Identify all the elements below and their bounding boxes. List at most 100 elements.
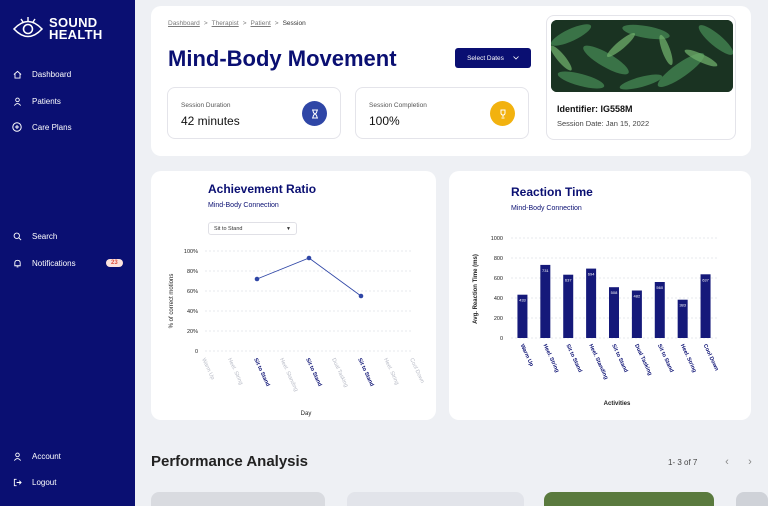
chevron-down-icon <box>513 56 519 60</box>
plus-circle-icon <box>12 122 22 132</box>
x-tick-label: Dual Tasking <box>330 357 349 388</box>
user-icon <box>12 96 22 106</box>
session-duration-label: Session Duration <box>181 102 231 109</box>
select-dates-button[interactable]: Select Dates <box>455 48 531 68</box>
x-axis-label: Activities <box>604 401 631 407</box>
sidebar-item-search[interactable]: Search <box>12 231 57 241</box>
sidebar-item-label: Account <box>32 451 61 461</box>
reaction-time-card: Reaction Time Mind-Body Connection 0 200 4… <box>449 171 751 420</box>
user-icon <box>12 451 22 461</box>
breadcrumb-dashboard[interactable]: Dashboard <box>168 20 200 27</box>
x-tick-label: Cool Down <box>408 357 425 384</box>
breadcrumb-therapist[interactable]: Therapist <box>212 20 239 27</box>
sidebar-item-label: Search <box>32 231 58 241</box>
x-tick-label: Heel. Standing <box>587 343 609 380</box>
y-tick-label: 1000 <box>491 236 503 242</box>
select-dates-label: Select Dates <box>467 54 504 62</box>
y-axis-label: % of correct motions <box>169 274 175 329</box>
sidebar-item-label: Care Plans <box>32 122 72 132</box>
session-duration-card: Session Duration 42 minutes <box>167 87 341 139</box>
sidebar-item-notifications[interactable]: Notifications <box>12 258 76 268</box>
sidebar-item-label: Logout <box>32 477 57 487</box>
y-tick-label: 0 <box>195 349 198 355</box>
bell-icon <box>12 258 22 268</box>
x-tick-label: Warm Up <box>519 343 535 368</box>
patient-card: Identifier: IG558M Session Date: Jan 15,… <box>546 15 736 140</box>
performance-thumbnail[interactable] <box>544 492 714 506</box>
bar-value-label: 637 <box>702 277 709 282</box>
chevron-left-icon: ‹ <box>725 456 729 468</box>
x-tick-label: Heel. String <box>542 343 560 373</box>
x-tick-label: Sit to Stand <box>252 357 270 387</box>
sidebar-item-label: Notifications <box>32 258 76 268</box>
session-duration-value: 42 minutes <box>181 114 240 128</box>
logout-icon <box>12 477 22 487</box>
y-tick-label: 400 <box>494 296 503 302</box>
achievement-ratio-card: Achievement Ratio Mind-Body Connection S… <box>151 171 436 420</box>
breadcrumb-current: Session <box>282 20 306 27</box>
home-icon <box>12 69 22 79</box>
data-point <box>358 293 364 299</box>
app-logo[interactable]: SOUND HEALTH <box>12 16 103 42</box>
bar-value-label: 383 <box>679 303 686 308</box>
x-tick-label: Heel. String <box>226 357 244 386</box>
sidebar-item-patients[interactable]: Patients <box>12 96 61 106</box>
bar-value-label: 482 <box>634 294 641 299</box>
data-point <box>254 276 260 282</box>
data-point <box>306 255 312 261</box>
hourglass-icon <box>302 101 327 126</box>
x-tick-label: Dual Tasking <box>633 343 653 376</box>
session-header-card: Dashboard > Therapist > Patient > Sessio… <box>151 6 751 156</box>
chevron-right-icon: › <box>748 456 752 468</box>
y-tick-label: 60% <box>187 289 198 295</box>
trophy-icon <box>490 101 515 126</box>
y-tick-label: 40% <box>187 309 198 315</box>
session-date: Session Date: Jan 15, 2022 <box>557 119 650 128</box>
x-tick-label: Heel. Standing <box>278 357 299 392</box>
next-page-button[interactable]: › <box>744 456 756 468</box>
y-tick-label: 600 <box>494 276 503 282</box>
reaction-bar-chart: 0 200 400 600 800 1000 Avg. Reaction Time (ms)… <box>473 236 720 407</box>
breadcrumb-separator: > <box>242 20 247 27</box>
x-tick-label: Sit to Stand <box>304 357 322 387</box>
bar <box>654 282 665 338</box>
breadcrumb-separator: > <box>274 20 279 27</box>
sidebar-item-label: Dashboard <box>32 69 72 79</box>
x-tick-label: Warm Up <box>200 357 215 380</box>
bar <box>700 274 711 338</box>
y-tick-label: 100% <box>184 249 198 255</box>
bar <box>586 268 597 338</box>
x-tick-label: Sit to Stand <box>656 343 674 373</box>
bar-value-label: 508 <box>611 290 618 295</box>
x-tick-label: Heel. String <box>679 343 697 373</box>
x-tick-label: Sit to Stand <box>610 343 628 373</box>
performance-thumbnail[interactable] <box>736 492 768 506</box>
pager-text: 1- 3 of 7 <box>668 458 698 467</box>
breadcrumb: Dashboard > Therapist > Patient > Sessio… <box>168 20 306 27</box>
y-tick-label: 20% <box>187 329 198 335</box>
bar-value-label: 731 <box>542 268 549 273</box>
achievement-line-chart: 0 20% 40% 60% 80% 100% % of correct motions War… <box>169 249 425 417</box>
session-completion-card: Session Completion 100% <box>355 87 529 139</box>
sidebar-item-account[interactable]: Account <box>12 451 61 461</box>
performance-thumbnail[interactable] <box>347 492 524 506</box>
sidebar-item-dashboard[interactable]: Dashboard <box>12 69 71 79</box>
logo-text-line2: HEALTH <box>49 27 103 42</box>
sidebar-item-logout[interactable]: Logout <box>12 477 56 487</box>
x-axis-label: Day <box>301 411 312 417</box>
y-tick-label: 200 <box>494 316 503 322</box>
breadcrumb-patient[interactable]: Patient <box>251 20 271 27</box>
patient-banner-image <box>551 20 733 92</box>
breadcrumb-separator: > <box>203 20 208 27</box>
sidebar: SOUND HEALTH Dashboard Patients Care Pla… <box>0 0 135 506</box>
x-tick-label: Heel. String <box>382 357 400 386</box>
page-title: Mind-Body Movement <box>168 46 397 71</box>
y-tick-label: 80% <box>187 269 198 275</box>
performance-thumbnail[interactable] <box>151 492 325 506</box>
bar <box>563 274 574 338</box>
bar-value-label: 637 <box>565 278 572 283</box>
prev-page-button[interactable]: ‹ <box>721 456 733 468</box>
bar-value-label: 560 <box>656 285 663 290</box>
sidebar-item-care-plans[interactable]: Care Plans <box>12 122 72 132</box>
session-completion-label: Session Completion <box>369 102 427 109</box>
